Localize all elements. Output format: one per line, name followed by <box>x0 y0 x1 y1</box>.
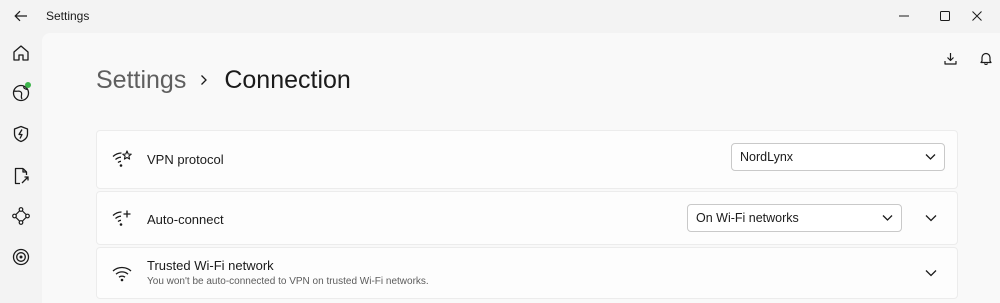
chevron-right-icon <box>200 74 208 86</box>
nav-globe[interactable] <box>8 80 34 106</box>
breadcrumb: Settings Connection <box>96 63 351 97</box>
nav-home[interactable] <box>8 40 34 66</box>
chevron-down-icon <box>925 215 937 222</box>
vpn-protocol-card: VPN protocol NordLynx <box>96 130 958 189</box>
file-export-icon <box>14 167 29 185</box>
notifications-button[interactable] <box>974 46 998 70</box>
shield-bolt-icon <box>13 125 29 143</box>
trusted-wifi-card[interactable]: Trusted Wi-Fi network You won't be auto-… <box>96 247 958 299</box>
nav-file-sharing[interactable] <box>8 163 34 189</box>
auto-connect-expand-button[interactable] <box>919 206 943 230</box>
minimize-icon <box>899 15 909 17</box>
page-title: Connection <box>224 66 351 94</box>
auto-connect-select[interactable]: On Wi-Fi networks <box>687 204 902 232</box>
nav-dark-web-monitor[interactable] <box>8 244 34 270</box>
auto-connect-label: Auto-connect <box>147 212 224 227</box>
auto-connect-card: Auto-connect On Wi-Fi networks <box>96 191 958 245</box>
trusted-wifi-description: You won't be auto-connected to VPN on tr… <box>147 276 429 287</box>
nodes-icon <box>12 207 30 225</box>
maximize-icon <box>940 11 950 21</box>
wifi-icon <box>111 262 133 284</box>
arrow-left-icon <box>14 10 27 22</box>
wifi-plus-icon <box>111 207 133 229</box>
wifi-star-icon <box>111 148 133 170</box>
vpn-protocol-select[interactable]: NordLynx <box>731 143 945 171</box>
nav-threat-protection[interactable] <box>8 121 34 147</box>
back-button[interactable] <box>8 6 34 26</box>
navigation-rail <box>0 32 42 303</box>
bell-icon <box>980 52 992 65</box>
download-button[interactable] <box>938 46 962 70</box>
close-button[interactable] <box>954 0 1000 32</box>
vpn-protocol-label: VPN protocol <box>147 152 224 167</box>
title-bar: Settings <box>0 0 1000 32</box>
vpn-protocol-value: NordLynx <box>740 150 794 164</box>
settings-content: Settings Connection VPN protocol NordLyn… <box>42 33 1000 303</box>
home-icon <box>13 45 29 61</box>
breadcrumb-parent[interactable]: Settings <box>96 63 186 97</box>
connection-status-dot <box>25 82 31 88</box>
minimize-button[interactable] <box>881 0 927 32</box>
download-icon <box>943 52 957 65</box>
close-icon <box>972 11 982 21</box>
trusted-wifi-label: Trusted Wi-Fi network <box>147 258 274 273</box>
chevron-down-icon <box>882 215 893 221</box>
trusted-wifi-expand-button[interactable] <box>919 261 943 285</box>
app-title: Settings <box>46 9 90 23</box>
auto-connect-value: On Wi-Fi networks <box>696 211 799 225</box>
nav-meshnet[interactable] <box>8 203 34 229</box>
target-icon <box>12 248 30 266</box>
chevron-down-icon <box>925 270 937 277</box>
chevron-down-icon <box>925 154 936 160</box>
